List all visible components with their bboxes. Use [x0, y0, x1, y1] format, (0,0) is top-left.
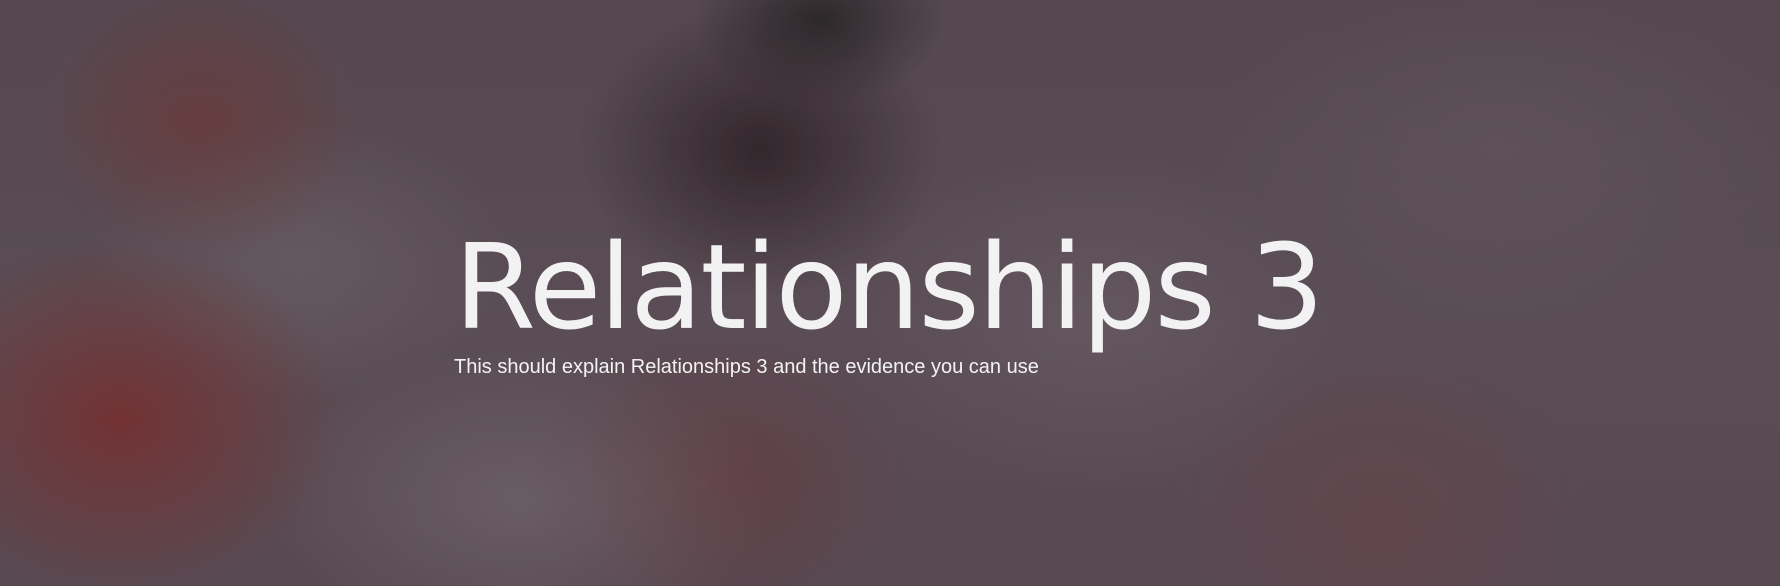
hero-banner: Relationships 3 This should explain Rela… [0, 0, 1780, 586]
page-subtitle: This should explain Relationships 3 and … [454, 356, 1039, 378]
hero-content: Relationships 3 This should explain Rela… [454, 222, 1354, 380]
page-title: Relationships 3 [454, 218, 1324, 356]
